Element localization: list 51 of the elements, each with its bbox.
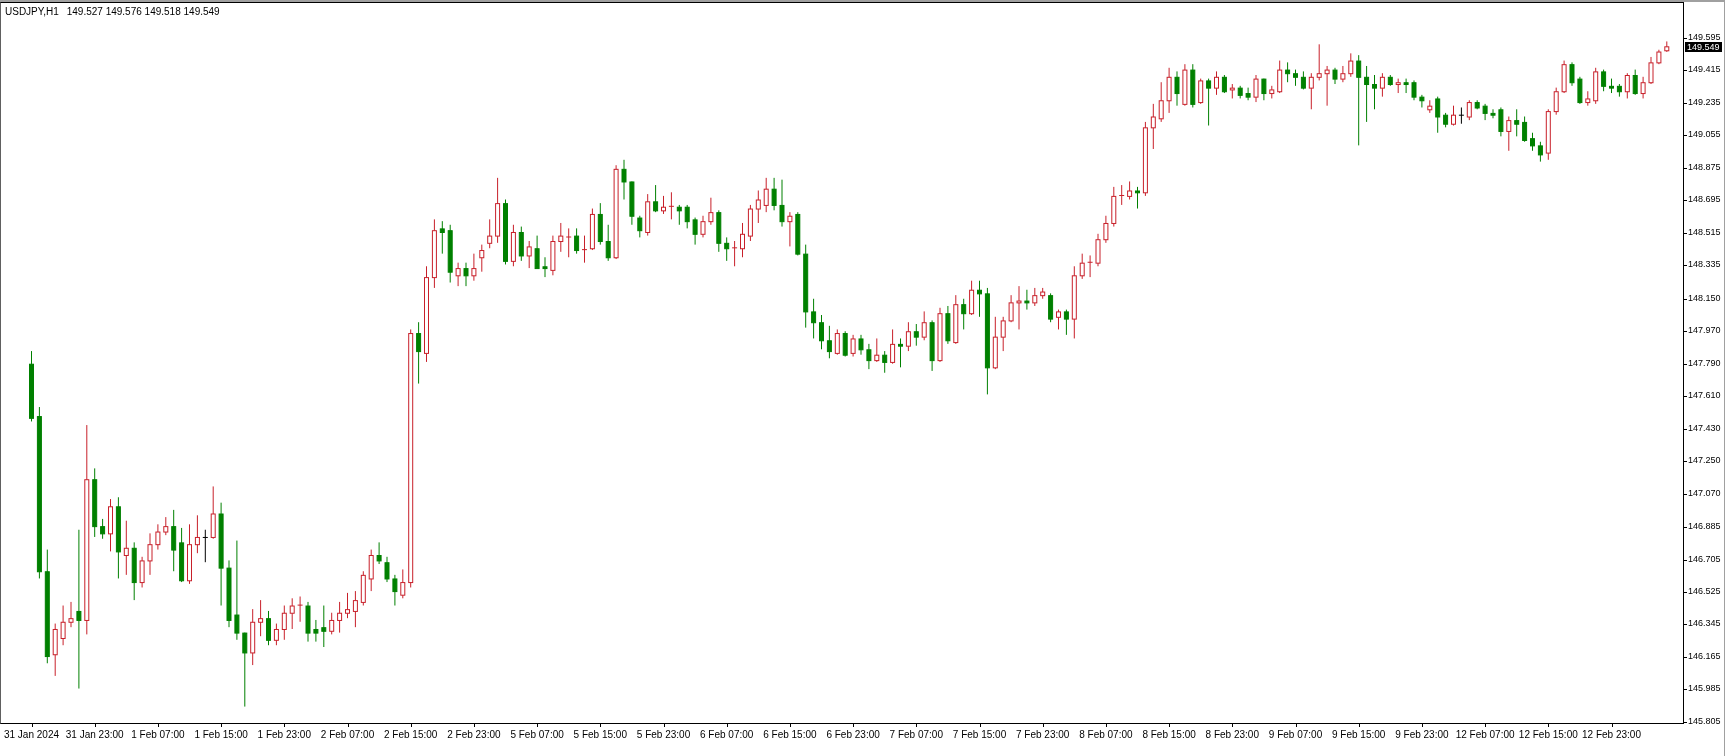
time-axis-label: 9 Feb 07:00 <box>1268 729 1323 741</box>
price-axis-label: 149.415 <box>1688 64 1721 75</box>
time-axis-label: 5 Feb 07:00 <box>510 729 564 741</box>
ohlc-quote: 149.527 149.576 149.518 149.549 <box>66 6 220 18</box>
price-axis-label: 147.790 <box>1688 357 1721 368</box>
price-axis-label: 149.595 <box>1688 32 1721 42</box>
price-axis-label: 149.235 <box>1688 96 1721 107</box>
time-axis-label: 8 Feb 15:00 <box>1142 729 1196 741</box>
time-axis-label: 31 Jan 23:00 <box>65 729 124 741</box>
time-axis-label: 7 Feb 07:00 <box>889 729 943 741</box>
time-axis-label: 8 Feb 07:00 <box>1079 729 1133 741</box>
price-axis-label: 149.055 <box>1688 129 1721 140</box>
symbol-title: USDJPY,H1 <box>5 6 59 18</box>
price-axis-label: 147.970 <box>1688 325 1721 336</box>
price-axis-label: 146.165 <box>1688 650 1721 661</box>
price-axis-label: 146.705 <box>1688 553 1721 564</box>
time-axis-label: 12 Feb 15:00 <box>1518 729 1578 741</box>
price-axis-label: 147.070 <box>1688 487 1721 498</box>
price-axis-label: 148.335 <box>1688 259 1721 270</box>
price-axis-label: 148.150 <box>1688 292 1721 303</box>
price-axis-label: 147.430 <box>1688 422 1721 433</box>
price-axis-label: 146.525 <box>1688 586 1721 596</box>
price-axis-label: 145.985 <box>1688 683 1721 694</box>
time-axis-label: 6 Feb 07:00 <box>700 729 754 741</box>
time-axis-label: 1 Feb 23:00 <box>257 729 311 741</box>
time-axis-label: 1 Feb 15:00 <box>194 729 248 741</box>
price-axis-label: 147.610 <box>1688 390 1721 401</box>
price-axis-label: 146.345 <box>1688 618 1721 629</box>
time-axis-label: 5 Feb 15:00 <box>573 729 627 741</box>
time-axis-label: 31 Jan 2024 <box>3 729 60 741</box>
time-axis-label: 6 Feb 23:00 <box>826 729 880 741</box>
price-axis-label: 146.885 <box>1688 521 1721 531</box>
price-axis-label: 148.515 <box>1688 226 1721 237</box>
time-axis-label: 12 Feb 07:00 <box>1455 729 1515 741</box>
time-axis-label: 2 Feb 15:00 <box>384 729 438 741</box>
current-price-label: 149.549 <box>1685 42 1722 53</box>
time-axis-label: 12 Feb 23:00 <box>1582 729 1641 741</box>
time-axis-label: 7 Feb 15:00 <box>952 729 1007 741</box>
price-axis-label: 148.695 <box>1688 194 1721 205</box>
time-axis-label: 5 Feb 23:00 <box>636 729 691 741</box>
price-axis-label: 148.875 <box>1688 161 1721 172</box>
time-axis-label: 9 Feb 15:00 <box>1332 729 1386 741</box>
time-axis-label: 6 Feb 15:00 <box>763 729 817 741</box>
time-axis-label: 1 Feb 07:00 <box>131 729 185 741</box>
time-axis-label: 9 Feb 23:00 <box>1395 729 1449 741</box>
time-axis-label: 2 Feb 07:00 <box>320 729 375 741</box>
time-axis-label: 8 Feb 23:00 <box>1205 729 1259 741</box>
price-axis-label: 145.805 <box>1688 715 1721 726</box>
price-axis-label: 147.250 <box>1688 455 1721 466</box>
time-axis-label: 2 Feb 23:00 <box>447 729 501 741</box>
time-axis-label: 7 Feb 23:00 <box>1016 729 1070 741</box>
